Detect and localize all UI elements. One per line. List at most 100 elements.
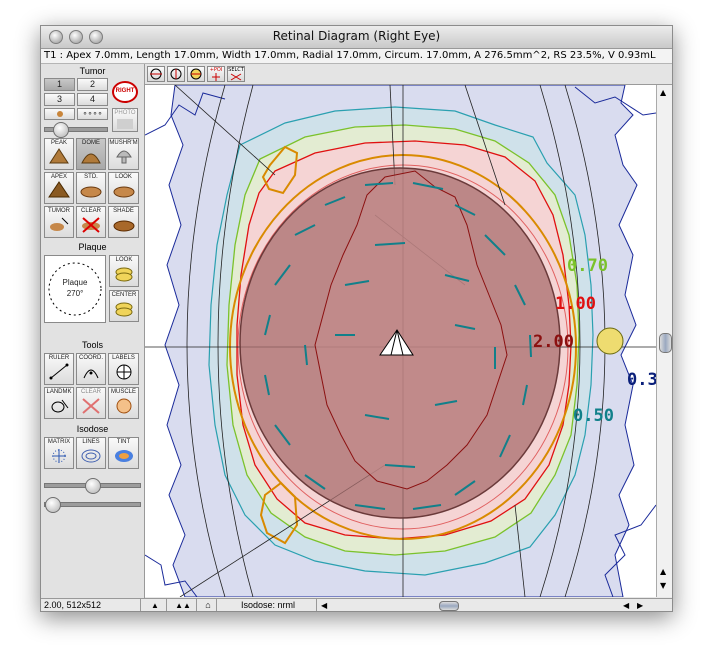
labels-tool-button[interactable]: LABELS (108, 353, 139, 385)
coord-label: COORD. (79, 355, 103, 361)
single-dot-view-button[interactable] (44, 108, 75, 120)
photo-button[interactable]: PHOTO (112, 108, 138, 132)
ruler-tool-button[interactable]: RULER (44, 353, 74, 385)
muscle-icon (116, 398, 131, 414)
tumor-tool-icon (50, 217, 69, 231)
scroll-right-arrow-icon[interactable]: ▶ (637, 599, 643, 611)
center-icon (190, 68, 202, 80)
status-bar: 2.00, 512x512 ▲ ▲▲ ⌂ Isodose: nrml ◀ ◀ ▶ (41, 598, 672, 611)
shape-look-button[interactable]: LOOK (108, 172, 139, 204)
pan-tool-button[interactable] (147, 66, 165, 82)
tumor-1-button[interactable]: 1 (44, 78, 75, 91)
muscle-label: MUSCLE (110, 389, 136, 395)
home-icon[interactable]: ⌂ (197, 599, 217, 611)
horizontal-scrollbar[interactable]: ◀ ◀ ▶ (317, 599, 656, 611)
select-icon (230, 73, 242, 81)
mountain-large-icon[interactable]: ▲▲ (167, 599, 197, 611)
look-shape-icon (113, 186, 134, 198)
tumor-3-button[interactable]: 3 (44, 93, 75, 106)
plaque-look-icon (115, 267, 133, 282)
isodose-section-header: Isodose (76, 424, 109, 434)
shape-standard-button[interactable]: STD. (76, 172, 106, 204)
rotate-tool-button[interactable] (167, 66, 185, 82)
plaque-center-icon (115, 302, 133, 317)
isodose-tint-icon (114, 450, 133, 462)
mushroom-label: MUSHR'M (109, 140, 138, 146)
matrix-label: MATRIX (47, 439, 71, 445)
landmark-tool-button[interactable]: LANDMK (44, 387, 74, 419)
coordinate-tool-button[interactable]: COORD. (76, 353, 106, 385)
range-slider-knob[interactable] (45, 497, 61, 513)
shade-tumor-button[interactable]: SHADE (108, 206, 139, 238)
vertical-scrollbar[interactable]: ▲ ▲ ▼ (656, 85, 672, 597)
shape-apex-button[interactable]: APEX (44, 172, 74, 204)
shape-dome-button[interactable]: DOME (76, 138, 106, 170)
scroll-left-arrow-end-icon[interactable]: ◀ (623, 599, 629, 611)
isodose-matrix-button[interactable]: MATRIX (44, 437, 74, 469)
tumor-4-button[interactable]: 4 (77, 93, 108, 106)
scroll-down-arrow-icon[interactable]: ▼ (660, 581, 666, 590)
mushroom-shape-icon (115, 150, 132, 164)
shape-peak-button[interactable]: PEAK (44, 138, 74, 170)
plaque-look-button[interactable]: LOOK (109, 255, 139, 287)
clear-tools-button[interactable]: CLEAR (76, 387, 106, 419)
title-bar[interactable]: Retinal Diagram (Right Eye) (41, 26, 672, 49)
horizontal-scroll-thumb[interactable] (439, 601, 459, 611)
retina-diagram-svg: 0.70 1.00 2.00 0.3 0.50 (145, 85, 656, 597)
look-label: LOOK (115, 174, 132, 180)
slider-knob[interactable] (53, 122, 69, 138)
isodose-label-070: 0.70 (567, 256, 608, 276)
plaque-rotation-dial[interactable]: Plaque 270° (44, 255, 106, 323)
mountain-small-icon[interactable]: ▲ (141, 599, 167, 611)
clear-tools-icon (82, 398, 100, 414)
isodose-level-slider[interactable] (44, 478, 141, 494)
tumor-info-line: T1 : Apex 7.0mm, Length 17.0mm, Width 17… (41, 49, 672, 64)
center-tool-button[interactable] (187, 66, 205, 82)
multi-dot-view-button[interactable]: ∘∘∘∘ (77, 108, 108, 120)
peak-shape-icon (49, 148, 69, 164)
plaque-section-header: Plaque (78, 242, 107, 252)
tumor-opacity-slider[interactable] (44, 122, 108, 138)
clear-label: CLEAR (80, 208, 101, 214)
tumor-tool-button[interactable]: TUMOR (44, 206, 74, 238)
scroll-up-arrow-bottom-icon[interactable]: ▲ (660, 567, 666, 576)
plaque-center-button[interactable]: CENTER (109, 290, 139, 322)
shape-mushroom-button[interactable]: MUSHR'M (108, 138, 139, 170)
window-title: Retinal Diagram (Right Eye) (272, 29, 441, 43)
matrix-icon (52, 449, 66, 463)
lines-label: LINES (82, 439, 100, 445)
right-eye-badge[interactable]: RIGHT (112, 81, 138, 103)
retinal-diagram-canvas[interactable]: 0.70 1.00 2.00 0.3 0.50 (145, 85, 656, 597)
plaque-angle-readout: 270° (66, 289, 84, 298)
muscle-tool-button[interactable]: MUSCLE (108, 387, 139, 419)
scroll-up-arrow-icon[interactable]: ▲ (660, 88, 666, 97)
view-toolbar: +POI SELCT (145, 64, 672, 85)
isodose-label-050: 0.50 (573, 406, 614, 426)
peak-label: PEAK (50, 140, 67, 146)
clear-tools-label: CLEAR (80, 389, 101, 395)
clear-tumor-button[interactable]: CLEAR (76, 206, 106, 238)
dome-label: DOME (82, 140, 100, 146)
select-poi-button[interactable]: SELCT (227, 66, 245, 82)
standard-shape-icon (80, 186, 102, 198)
labels-label: LABELS (112, 355, 135, 361)
vertical-scroll-thumb[interactable] (659, 333, 672, 353)
ruler-label: RULER (48, 355, 70, 361)
tools-section-header: Tools (81, 340, 103, 350)
isodose-tint-button[interactable]: TINT (108, 437, 139, 469)
zoom-info-readout: 2.00, 512x512 (41, 599, 141, 611)
isodose-slider-knob[interactable] (85, 478, 101, 494)
dot-icon (56, 111, 63, 117)
add-poi-button[interactable]: +POI (207, 66, 225, 82)
retinal-diagram-window: Retinal Diagram (Right Eye) T1 : Apex 7.… (40, 25, 673, 612)
tumor-label: TUMOR (48, 208, 70, 214)
dots-icon: ∘∘∘∘ (82, 109, 103, 118)
tumor-2-button[interactable]: 2 (77, 78, 108, 91)
photo-label: PHOTO (114, 110, 136, 116)
scroll-left-arrow-icon[interactable]: ◀ (321, 599, 327, 611)
tumor-section-header: Tumor (79, 66, 106, 76)
isodose-label-030: 0.3 (627, 370, 656, 390)
shade-label: SHADE (113, 208, 134, 214)
isodose-lines-button[interactable]: LINES (76, 437, 106, 469)
isodose-range-slider[interactable] (44, 497, 141, 513)
